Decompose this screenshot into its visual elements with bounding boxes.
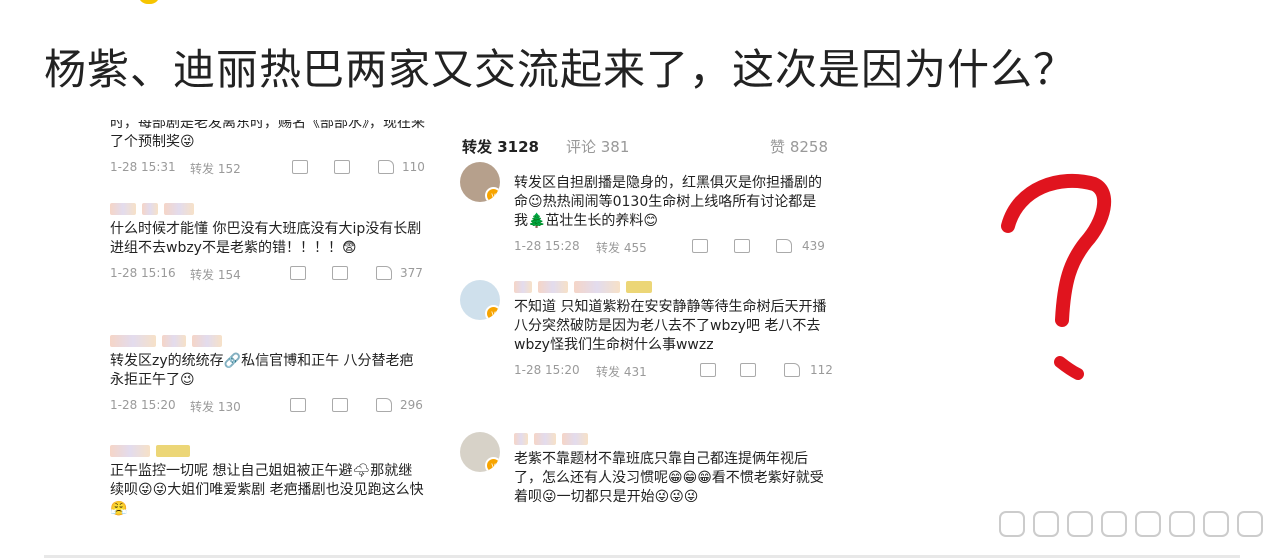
repost-text: 老紫不靠题材不靠班底只靠自己都连提俩年视后了，怎么还有人没习惯呢😁😁😁看不惯老紫…	[514, 451, 824, 505]
like-icon[interactable]	[378, 160, 394, 174]
comment-icon[interactable]	[740, 363, 756, 377]
user-avatar[interactable]: v	[460, 280, 500, 320]
repost-text: 不知道 只知道紫粉在安安静静等待生命树后天开播 八分突然破防是因为老八去不了wb…	[514, 299, 827, 353]
tab-like[interactable]: 赞 8258	[770, 136, 828, 157]
top-edge-emoji-fragment	[138, 0, 160, 4]
user-avatar[interactable]: v	[460, 432, 500, 472]
comment-icon[interactable]	[332, 398, 348, 412]
share-icon[interactable]	[292, 160, 308, 174]
comment-1: v 什么时候才能懂 你巴没有大班底没有大ip没有长剧进组不去wbzy不是老紫的错…	[110, 202, 426, 286]
verified-badge-icon: v	[485, 457, 500, 472]
right-repost-screenshot: 转发 3128 评论 381 赞 8258 v 转发区自担剧播是隐身的，红黑俱灭…	[452, 120, 838, 518]
share-icon[interactable]	[290, 266, 306, 280]
share-icon[interactable]	[700, 363, 716, 377]
comment-icon[interactable]	[332, 266, 348, 280]
post-title: 杨紫、迪丽热巴两家又交流起来了，这次是因为什么？	[44, 45, 1077, 94]
verified-badge-icon: v	[485, 187, 500, 202]
share-icon[interactable]	[692, 239, 708, 253]
comment-text: 转发区zy的统统存🔗私信官博和正午 八分替老疤永拒正午了😉	[110, 353, 414, 388]
comment-3: v 正午监控一切呢 想让自己姐姐被正午避🌩那就继续呗😜😜大姐们唯爱紫剧 老疤播剧…	[110, 444, 426, 518]
like-icon[interactable]	[376, 266, 392, 280]
like-count: 377	[400, 266, 423, 280]
comment-time: 1-28 15:16	[110, 266, 176, 280]
repost-tabs: 转发 3128 评论 381 赞 8258	[462, 136, 828, 160]
repost-time: 1-28 15:20	[514, 363, 580, 377]
like-icon[interactable]	[376, 398, 392, 412]
repost-count[interactable]: 转发 431	[596, 363, 647, 380]
repost-count[interactable]: 转发 130	[190, 398, 241, 415]
repost-count[interactable]: 转发 154	[190, 266, 241, 283]
user-avatar[interactable]: v	[460, 162, 500, 202]
comment-icon[interactable]	[334, 160, 350, 174]
like-icon[interactable]	[784, 363, 800, 377]
comment-time: 1-28 15:31	[110, 160, 176, 174]
comment-text: 什么时候才能懂 你巴没有大班底没有大ip没有长剧进组不去wbzy不是老紫的错！！…	[110, 221, 422, 256]
comment-icon[interactable]	[734, 239, 750, 253]
comment-text: 时，每部剧是老发离东时，赐名《部部水》，现在来了个预制奖😜	[110, 120, 425, 150]
blurred-username	[110, 444, 426, 458]
blurred-watermark	[999, 511, 1263, 537]
like-count: 110	[402, 160, 425, 174]
blurred-username	[110, 202, 426, 216]
tab-comment[interactable]: 评论 381	[566, 136, 629, 157]
repost-1: v 不知道 只知道紫粉在安安静静等待生命树后天开播 八分突然破防是因为老八去不了…	[460, 280, 833, 383]
repost-count[interactable]: 转发 455	[596, 239, 647, 256]
repost-0: v 转发区自担剧播是隐身的，红黑俱灭是你担播剧的命😉热热闹闹等0130生命树上线…	[460, 162, 828, 259]
repost-time: 1-28 15:28	[514, 239, 580, 253]
repost-2: v 老紫不靠题材不靠班底只靠自己都连提俩年视后了，怎么还有人没习惯呢😁😁😁看不惯…	[460, 432, 828, 507]
repost-count[interactable]: 转发 152	[190, 160, 241, 177]
repost-meta: 1-28 15:20 转发 431 112	[514, 363, 833, 383]
repost-meta: 1-28 15:28 转发 455 439	[514, 239, 828, 259]
comment-meta: 1-28 15:16 转发 154 377	[110, 266, 426, 286]
like-count: 439	[802, 239, 825, 253]
comment-time: 1-28 15:20	[110, 398, 176, 412]
comment-0: 时，每部剧是老发离东时，赐名《部部水》，现在来了个预制奖😜 1-28 15:31…	[110, 120, 426, 180]
comment-text: 正午监控一切呢 想让自己姐姐被正午避🌩那就继续呗😜😜大姐们唯爱紫剧 老疤播剧也没…	[110, 463, 424, 517]
like-icon[interactable]	[776, 239, 792, 253]
like-count: 112	[810, 363, 833, 377]
repost-text: 转发区自担剧播是隐身的，红黑俱灭是你担播剧的命😉热热闹闹等0130生命树上线咯所…	[514, 175, 822, 229]
blurred-username	[514, 280, 828, 294]
left-comment-screenshot: 时，每部剧是老发离东时，赐名《部部水》，现在来了个预制奖😜 1-28 15:31…	[98, 120, 436, 518]
comment-meta: 1-28 15:20 转发 130 296	[110, 398, 426, 418]
blurred-username	[514, 432, 828, 446]
red-question-mark-icon	[1001, 173, 1111, 380]
blurred-username	[110, 334, 426, 348]
verified-badge-icon: v	[485, 305, 500, 320]
tab-repost[interactable]: 转发 3128	[462, 136, 539, 157]
comment-2: v 转发区zy的统统存🔗私信官博和正午 八分替老疤永拒正午了😉 1-28 15:…	[110, 334, 426, 418]
comment-meta: 1-28 15:31 转发 152 110	[110, 160, 426, 180]
share-icon[interactable]	[290, 398, 306, 412]
like-count: 296	[400, 398, 423, 412]
